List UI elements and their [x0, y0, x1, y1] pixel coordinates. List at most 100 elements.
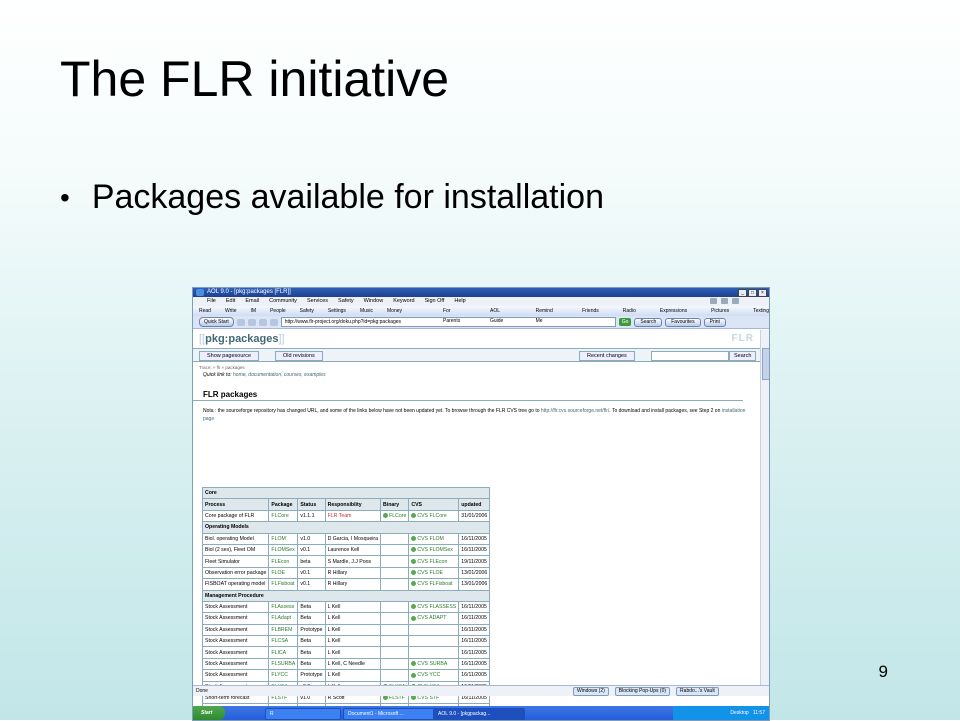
menu-edit[interactable]: Edit: [226, 297, 235, 306]
cvs-cell[interactable]: CVS FLOM: [408, 532, 460, 545]
column-header: Status: [297, 498, 326, 511]
package-cell[interactable]: FLSURBA: [268, 657, 299, 671]
scrollbar-thumb[interactable]: [762, 348, 769, 380]
reload-icon[interactable]: [258, 318, 267, 326]
settings-icon[interactable]: [732, 298, 739, 304]
package-cell[interactable]: FLOM: [268, 532, 299, 545]
close-icon[interactable]: ×: [758, 289, 767, 297]
package-cell[interactable]: FLYCC: [268, 669, 299, 682]
status-text: Done: [196, 688, 208, 694]
package-cell[interactable]: FLFisboat: [268, 578, 299, 591]
toolbar-texting[interactable]: Texting: [753, 306, 769, 326]
cvs-cell[interactable]: [408, 623, 460, 637]
toolbar-money[interactable]: Money: [387, 306, 402, 316]
menu-help[interactable]: Help: [454, 297, 465, 306]
process-cell: Core package of FLR: [201, 509, 270, 523]
vault-button[interactable]: Rabdo...'s Vault: [676, 687, 719, 696]
cvs-icon: [383, 513, 389, 519]
toolbar-music[interactable]: Music: [360, 306, 373, 316]
task-word[interactable]: Document1 - Microsoft ...: [343, 708, 435, 720]
cvs-cell[interactable]: [408, 646, 460, 659]
table-row: Fleet Simulator FLEcon beta S Mardle, J.J P…: [201, 555, 491, 568]
menu-sign-off[interactable]: Sign Off: [425, 297, 445, 306]
toolbar-friends[interactable]: Friends: [582, 306, 599, 326]
toolbar-write[interactable]: Write: [225, 306, 237, 316]
package-cell[interactable]: FLOE: [268, 566, 299, 580]
home-icon[interactable]: [269, 318, 278, 326]
toolbar-aol-guide[interactable]: AOL Guide: [490, 306, 512, 326]
toolbar-radio[interactable]: Radio: [623, 306, 636, 326]
quick-start-button[interactable]: Quick Start: [199, 317, 234, 327]
minimize-icon[interactable]: _: [738, 289, 747, 297]
menu-window[interactable]: Window: [364, 297, 384, 306]
cvs-cell[interactable]: CVS SURBA: [408, 657, 460, 671]
package-cell[interactable]: FLOMSex: [268, 543, 299, 557]
package-cell[interactable]: FLICA: [268, 646, 299, 659]
status-cell: v0.1: [297, 543, 326, 557]
slide-bullet: • Packages available for installation: [60, 178, 604, 217]
task-aol[interactable]: AOL 9.0 - [pkgpackag...: [433, 708, 525, 720]
toolbar-im[interactable]: IM: [251, 306, 257, 316]
package-cell[interactable]: FLCore: [268, 509, 299, 523]
toolbar-expressions[interactable]: Expressions: [660, 306, 687, 326]
status-cell: beta: [297, 555, 326, 568]
cvs-cell[interactable]: CVS FLEcon: [408, 555, 460, 568]
old-revisions-button[interactable]: Old revisions: [275, 351, 323, 361]
responsibility-cell: FLR Team: [324, 509, 382, 523]
menu-file[interactable]: File: [207, 297, 216, 306]
cvs-icon: [411, 604, 417, 610]
show-pagesource-button[interactable]: Show pagesource: [199, 351, 260, 361]
back-icon[interactable]: [236, 318, 245, 326]
popups-button[interactable]: Blocking Pop-Ups (0): [614, 687, 671, 696]
recent-changes-button[interactable]: Recent changes: [579, 351, 635, 361]
toolbar-settings[interactable]: Settings: [328, 306, 346, 316]
toolbar-people[interactable]: People: [270, 306, 286, 316]
package-cell[interactable]: FLAdapt: [268, 612, 299, 625]
process-cell: Stock Assessment: [201, 657, 270, 671]
page-title[interactable]: [[pkg:packages]]: [199, 333, 285, 345]
toolbar-remind-me[interactable]: Remind Me: [536, 306, 559, 326]
cvs-cell[interactable]: CVS FLOMSex: [408, 543, 460, 557]
toolbar-read[interactable]: Read: [199, 306, 211, 316]
cvs-cell[interactable]: CVS ADAPT: [408, 612, 460, 625]
print-icon[interactable]: [710, 298, 717, 304]
cvs-cell[interactable]: CVS YCC: [408, 669, 460, 682]
windows-button[interactable]: Windows (2): [573, 687, 609, 696]
package-cell[interactable]: FLCSA: [268, 635, 299, 648]
cvs-icon: [411, 547, 417, 553]
menu-community[interactable]: Community: [269, 297, 297, 306]
cvs-cell[interactable]: CVS FLASSESS: [408, 600, 460, 614]
cvs-cell[interactable]: [408, 635, 460, 648]
menu-services[interactable]: Services: [307, 297, 328, 306]
cvs-cell[interactable]: CVS FLFisboat: [408, 578, 460, 591]
forward-icon[interactable]: [247, 318, 256, 326]
maximize-icon[interactable]: □: [748, 289, 757, 297]
browser-screenshot: AOL 9.0 - [pkg:packages [FLR]] _ □ × Fil…: [192, 287, 770, 721]
wiki-search-input[interactable]: [651, 351, 729, 361]
status-cell: Beta: [297, 646, 326, 659]
vertical-scrollbar[interactable]: [760, 330, 769, 685]
table-section-row: Core: [201, 486, 491, 500]
start-button[interactable]: Start: [193, 706, 225, 720]
package-cell[interactable]: FLEcon: [268, 555, 299, 568]
cvs-cell[interactable]: CVS FLOE: [408, 566, 460, 580]
binary-cell: [380, 532, 410, 545]
toolbar-pictures[interactable]: Pictures: [711, 306, 729, 326]
quick-links-list[interactable]: home, documentation, courses, examples: [233, 372, 326, 378]
wiki-search-button[interactable]: Search: [729, 351, 757, 361]
binary-cell: [380, 600, 410, 614]
menu-safety[interactable]: Safety: [338, 297, 354, 306]
task-r[interactable]: R: [265, 708, 341, 720]
toolbar-safety[interactable]: Safety: [300, 306, 314, 316]
cvs-cell[interactable]: CVS FLCore: [408, 509, 460, 523]
package-cell[interactable]: FLBREM: [268, 623, 299, 637]
bullet-text: Packages available for installation: [91, 178, 605, 216]
toolbar-for-parents[interactable]: For Parents: [443, 306, 466, 326]
menu-keyword[interactable]: Keyword: [393, 297, 414, 306]
mail-icon[interactable]: [721, 298, 728, 304]
binary-cell[interactable]: FLCore: [380, 509, 410, 523]
cvs-link[interactable]: http://flr.cvs.sourceforge.net/flr/: [541, 408, 609, 414]
binary-cell: [380, 543, 410, 557]
menu-email[interactable]: Email: [245, 297, 259, 306]
package-cell[interactable]: FLAssess: [268, 600, 299, 614]
